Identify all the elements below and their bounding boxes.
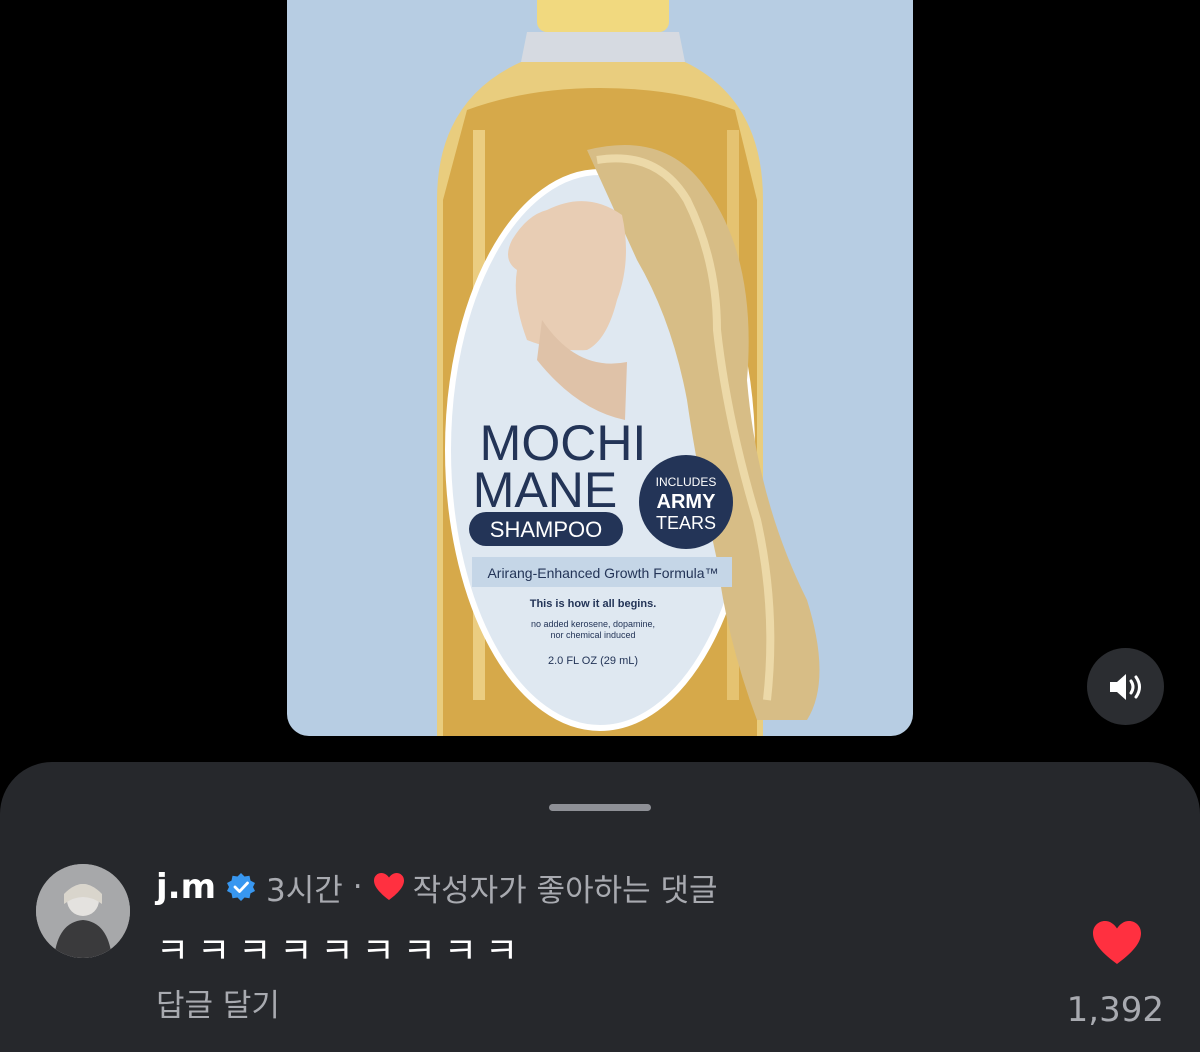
post-media[interactable]: MOCHI MANE SHAMPOO INCLUDES ARMY TEARS A… <box>287 0 913 736</box>
svg-text:nor chemical induced: nor chemical induced <box>550 630 635 640</box>
separator-dot: · <box>352 869 363 905</box>
svg-text:ARMY: ARMY <box>657 491 717 513</box>
tagline-text: This is how it all begins. <box>530 598 657 610</box>
sheet-drag-handle[interactable] <box>549 804 651 811</box>
comment-username[interactable]: j.m <box>156 867 216 907</box>
like-heart-icon[interactable] <box>1092 920 1142 966</box>
liked-by-author-label: 작성자가 좋아하는 댓글 <box>412 872 718 909</box>
bottle-cap <box>537 0 669 32</box>
comment-header: j.m 3시간 · 작성자가 좋아하는 댓글 <box>156 864 718 910</box>
svg-text:INCLUDES: INCLUDES <box>656 475 717 489</box>
svg-text:TEARS: TEARS <box>656 513 716 533</box>
heart-icon <box>373 873 404 900</box>
shampoo-bottle-image: MOCHI MANE SHAMPOO INCLUDES ARMY TEARS A… <box>287 0 913 736</box>
like-count: 1,392 <box>1066 990 1164 1030</box>
speaker-icon <box>1109 673 1141 700</box>
verified-badge-icon <box>227 873 255 901</box>
product-name-line2: MANE <box>473 462 617 518</box>
sound-toggle-button[interactable] <box>1087 648 1164 725</box>
volume-text: 2.0 FL OZ (29 mL) <box>548 655 638 667</box>
svg-text:no added kerosene, dopamine,: no added kerosene, dopamine, <box>531 619 655 629</box>
product-type: SHAMPOO <box>490 517 602 542</box>
avatar[interactable] <box>36 864 130 958</box>
reply-button[interactable]: 답글 달기 <box>156 980 280 1025</box>
formula-text: Arirang-Enhanced Growth Formula™ <box>487 565 718 581</box>
comment-time: 3시간 <box>266 872 343 909</box>
comments-sheet: j.m 3시간 · 작성자가 좋아하는 댓글 ㅋㅋㅋㅋㅋㅋㅋㅋㅋ 답글 달기 1… <box>0 762 1200 1052</box>
comment-body: ㅋㅋㅋㅋㅋㅋㅋㅋㅋ <box>156 931 527 972</box>
